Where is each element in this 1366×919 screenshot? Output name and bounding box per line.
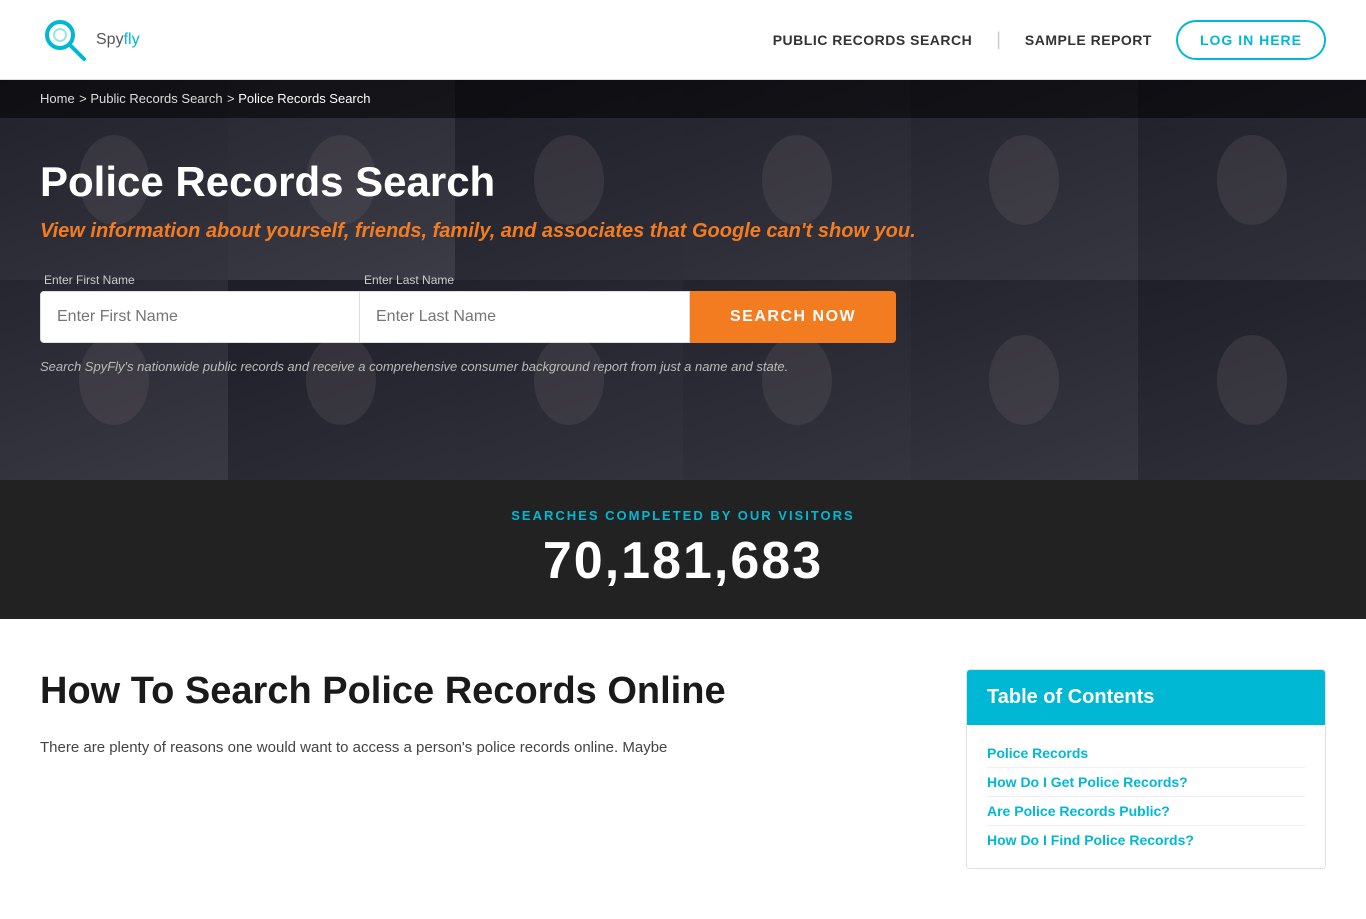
logo-icon	[40, 15, 90, 65]
breadcrumb-sep1: >	[79, 91, 90, 106]
main-title: How To Search Police Records Online	[40, 669, 926, 715]
toc-title: Table of Contents	[987, 686, 1154, 708]
logo-spy: Spy	[96, 31, 124, 48]
first-name-input[interactable]	[40, 291, 360, 343]
stats-label: SEARCHES COMPLETED BY OUR VISITORS	[0, 508, 1366, 523]
nav-public-records[interactable]: PUBLIC RECORDS SEARCH	[773, 32, 973, 48]
login-button[interactable]: LOG IN HERE	[1176, 20, 1326, 60]
toc-header: Table of Contents	[967, 670, 1325, 725]
hero-disclaimer: Search SpyFly's nationwide public record…	[40, 359, 1326, 374]
toc-link-item[interactable]: How Do I Get Police Records?	[987, 768, 1305, 797]
main-content: How To Search Police Records Online Ther…	[40, 669, 926, 869]
toc-link-item[interactable]: How Do I Find Police Records?	[987, 826, 1305, 854]
table-of-contents: Table of Contents Police RecordsHow Do I…	[966, 669, 1326, 869]
logo-fly: fly	[124, 31, 140, 48]
search-form: Enter First Name Enter Last Name SEARCH …	[40, 273, 1326, 343]
header-nav: PUBLIC RECORDS SEARCH | SAMPLE REPORT LO…	[773, 20, 1326, 60]
breadcrumb-home[interactable]: Home	[40, 91, 75, 106]
last-name-label: Enter Last Name	[364, 273, 690, 287]
first-name-group: Enter First Name	[40, 273, 360, 343]
main-paragraph: There are plenty of reasons one would wa…	[40, 735, 926, 761]
last-name-input[interactable]	[360, 291, 690, 343]
toc-link-item[interactable]: Police Records	[987, 739, 1305, 768]
breadcrumb-sep2: >	[227, 91, 238, 106]
nav-sample-report[interactable]: SAMPLE REPORT	[1025, 32, 1152, 48]
logo-text: Spyfly	[96, 31, 140, 49]
hero-overlay: Police Records Search View information a…	[0, 118, 1366, 404]
breadcrumb-public-records[interactable]: Public Records Search	[90, 91, 222, 106]
stats-bar: SEARCHES COMPLETED BY OUR VISITORS 70,18…	[0, 480, 1366, 619]
breadcrumb: Home > Public Records Search > Police Re…	[0, 80, 1366, 118]
last-name-group: Enter Last Name	[360, 273, 690, 343]
logo[interactable]: Spyfly	[40, 15, 140, 65]
content-section: How To Search Police Records Online Ther…	[0, 619, 1366, 919]
nav-divider: |	[996, 29, 1001, 50]
hero-subtitle: View information about yourself, friends…	[40, 220, 1326, 243]
toc-links: Police RecordsHow Do I Get Police Record…	[967, 725, 1325, 868]
stats-number: 70,181,683	[0, 531, 1366, 591]
first-name-label: Enter First Name	[44, 273, 360, 287]
toc-link-item[interactable]: Are Police Records Public?	[987, 797, 1305, 826]
site-header: Spyfly PUBLIC RECORDS SEARCH | SAMPLE RE…	[0, 0, 1366, 80]
hero-title: Police Records Search	[40, 158, 1326, 206]
breadcrumb-current: Police Records Search	[238, 91, 370, 106]
search-button[interactable]: SEARCH NOW	[690, 291, 896, 343]
hero-section: Home > Public Records Search > Police Re…	[0, 80, 1366, 480]
